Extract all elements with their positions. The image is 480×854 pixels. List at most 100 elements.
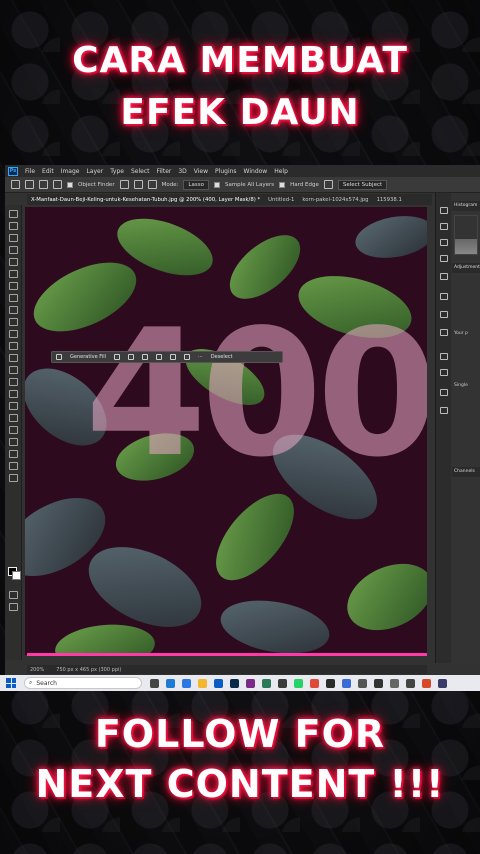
sample-all-layers-checkbox[interactable] xyxy=(213,181,220,188)
app-icon-8[interactable] xyxy=(278,678,287,688)
tool-preset-icon[interactable] xyxy=(25,180,34,189)
menu-filter[interactable]: Filter xyxy=(157,168,172,175)
brush-tool-icon[interactable] xyxy=(9,318,18,326)
menu-image[interactable]: Image xyxy=(61,168,80,175)
file-explorer-icon[interactable] xyxy=(198,678,207,688)
type-tool-icon[interactable] xyxy=(9,414,18,422)
select-subject-button[interactable]: Select Subject xyxy=(337,179,388,190)
photoshop-taskbar-icon[interactable] xyxy=(230,678,239,688)
transform-icon[interactable] xyxy=(141,354,148,360)
menu-plugins[interactable]: Plugins xyxy=(215,168,237,175)
clone-stamp-tool-icon[interactable] xyxy=(9,330,18,338)
background-color-swatch[interactable] xyxy=(12,571,21,580)
menu-3d[interactable]: 3D xyxy=(178,168,186,175)
fill-icon[interactable] xyxy=(169,354,176,360)
app-icon-11[interactable] xyxy=(326,678,335,688)
app-icon-16[interactable] xyxy=(406,678,415,688)
object-selection-tool-icon[interactable] xyxy=(9,258,18,266)
mail-icon[interactable] xyxy=(182,678,191,688)
paths-icon[interactable] xyxy=(440,389,448,396)
brushes-icon[interactable] xyxy=(440,293,448,300)
info-icon[interactable] xyxy=(440,207,448,214)
app-icon-14[interactable] xyxy=(374,678,383,688)
move-tool-icon[interactable] xyxy=(9,210,18,218)
dodge-tool-icon[interactable] xyxy=(9,390,18,398)
tab-115938[interactable]: 115938.1 xyxy=(377,197,402,203)
menu-view[interactable]: View xyxy=(194,168,208,175)
menu-layer[interactable]: Layer xyxy=(86,168,103,175)
people-icon[interactable] xyxy=(440,329,448,336)
artboard-tool-icon[interactable] xyxy=(9,222,18,230)
windows-start-icon[interactable] xyxy=(6,678,16,688)
document-canvas[interactable]: 400 Generative Fill ··· Deselect xyxy=(25,207,427,655)
healing-brush-tool-icon[interactable] xyxy=(9,306,18,314)
paragraph-icon[interactable] xyxy=(440,369,448,376)
generative-fill-button[interactable]: Generative Fill xyxy=(70,354,106,360)
frame-tool-icon[interactable] xyxy=(9,282,18,290)
taskbar-search[interactable]: ⌕ Search xyxy=(24,677,142,689)
app-icon-17[interactable] xyxy=(422,678,431,688)
path-selection-tool-icon[interactable] xyxy=(9,426,18,434)
zoom-tool-icon[interactable] xyxy=(9,462,18,470)
tab-untitled[interactable]: Untitled-1 xyxy=(268,197,294,203)
brush-icon[interactable] xyxy=(113,354,120,360)
tab-korn-pakel[interactable]: korn-pakel-1024x574.jpg xyxy=(302,197,368,203)
adjustments-panel-tab[interactable]: Adjustments xyxy=(452,263,480,273)
menu-help[interactable]: Help xyxy=(274,168,288,175)
whatsapp-icon[interactable] xyxy=(294,678,303,688)
zoom-level[interactable]: 200% xyxy=(30,667,44,673)
single-label[interactable]: Single xyxy=(454,383,468,388)
menu-select[interactable]: Select xyxy=(131,168,150,175)
settings-icon[interactable] xyxy=(147,180,157,189)
refresh-icon[interactable] xyxy=(119,180,129,189)
app-icon-13[interactable] xyxy=(358,678,367,688)
layers-comp-icon[interactable] xyxy=(440,311,448,318)
new-selection-icon[interactable] xyxy=(39,180,48,189)
quick-mask-icon[interactable] xyxy=(9,591,18,599)
histogram-panel-tab[interactable]: Histogram xyxy=(452,201,480,211)
app-icon-18[interactable] xyxy=(438,678,447,688)
menu-file[interactable]: File xyxy=(25,168,35,175)
home-icon[interactable] xyxy=(11,180,20,189)
deselect-button[interactable]: Deselect xyxy=(211,354,233,360)
hand-tool-icon[interactable] xyxy=(9,450,18,458)
edit-toolbar-icon[interactable] xyxy=(9,474,18,482)
mode-select[interactable]: Lasso xyxy=(183,179,209,190)
eraser-tool-icon[interactable] xyxy=(9,354,18,362)
menu-type[interactable]: Type xyxy=(110,168,124,175)
store-icon[interactable] xyxy=(214,678,223,688)
character-icon[interactable] xyxy=(440,353,448,360)
rectangle-tool-icon[interactable] xyxy=(9,438,18,446)
layers-icon[interactable] xyxy=(440,407,448,414)
app-icon-12[interactable] xyxy=(342,678,351,688)
menu-window[interactable]: Window xyxy=(244,168,268,175)
edge-icon[interactable] xyxy=(166,678,175,688)
marquee-tool-icon[interactable] xyxy=(9,234,18,242)
chrome-icon[interactable] xyxy=(310,678,319,688)
tab-active-document[interactable]: X-Manfaat-Daun-Beji-Keling-untuk-Kesehat… xyxy=(31,197,260,203)
task-view-icon[interactable] xyxy=(150,678,159,688)
add-selection-icon[interactable] xyxy=(53,180,62,189)
play-icon[interactable] xyxy=(440,255,448,262)
menu-edit[interactable]: Edit xyxy=(42,168,54,175)
history-brush-tool-icon[interactable] xyxy=(9,342,18,350)
channels-panel-tab[interactable]: Channels xyxy=(452,467,480,477)
mask-icon[interactable] xyxy=(155,354,162,360)
eyedropper-tool-icon[interactable] xyxy=(9,294,18,302)
gradient-tool-icon[interactable] xyxy=(9,366,18,374)
select-subject-icon[interactable] xyxy=(323,180,333,189)
undo-icon[interactable] xyxy=(183,354,190,360)
app-icon-7[interactable] xyxy=(262,678,271,688)
object-finder-checkbox[interactable] xyxy=(67,181,73,188)
crop-tool-icon[interactable] xyxy=(9,270,18,278)
swatches-icon[interactable] xyxy=(440,273,448,280)
adjustments-icon[interactable] xyxy=(440,239,448,246)
properties-icon[interactable] xyxy=(440,223,448,230)
screen-mode-icon[interactable] xyxy=(9,603,18,611)
show-all-icon[interactable] xyxy=(133,180,143,189)
your-presets-label[interactable]: Your p xyxy=(454,331,468,336)
blur-tool-icon[interactable] xyxy=(9,378,18,386)
lasso-tool-icon[interactable] xyxy=(9,246,18,254)
app-icon-15[interactable] xyxy=(390,678,399,688)
more-options-icon[interactable]: ··· xyxy=(198,354,203,360)
